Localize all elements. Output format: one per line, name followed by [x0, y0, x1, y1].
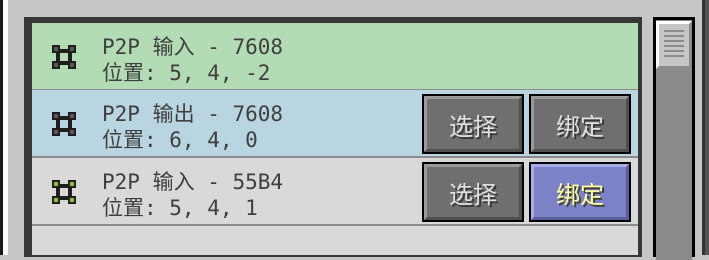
bind-button-label: 绑定 [531, 164, 629, 220]
bind-button[interactable]: 绑定 [529, 94, 631, 154]
scrollbar-grip-line [664, 50, 684, 52]
window-left-edge [0, 0, 8, 255]
scrollbar-grip-line [664, 40, 684, 42]
select-button-label: 选择 [424, 164, 522, 220]
tunnel-row-input-7608[interactable]: P2P 输入 - 7608 位置: 5, 4, -2 [32, 23, 638, 89]
window-right-edge [702, 0, 709, 255]
scrollbar-grip-line [664, 55, 684, 57]
tunnel-position: 位置: 5, 4, -2 [102, 61, 271, 85]
tunnel-row-output-7608[interactable]: P2P 输出 - 7608 位置: 6, 4, 0 选择 绑定 [32, 90, 638, 156]
p2p-tunnel-icon [52, 45, 76, 69]
tunnel-position: 位置: 5, 4, 1 [102, 196, 258, 220]
p2p-tunnel-icon [52, 180, 76, 204]
select-button[interactable]: 选择 [422, 94, 524, 154]
scrollbar-thumb[interactable] [656, 21, 692, 69]
select-button[interactable]: 选择 [422, 162, 524, 222]
scrollbar-grip-line [664, 35, 684, 37]
p2p-tunnel-list-inner: P2P 输入 - 7608 位置: 5, 4, -2 P2P 输出 - 7608… [32, 23, 638, 255]
select-button-label: 选择 [424, 96, 522, 152]
scrollbar-grip-line [664, 45, 684, 47]
bind-button-label: 绑定 [531, 96, 629, 152]
scrollbar-grip-line [664, 30, 684, 32]
empty-list-slot [32, 226, 638, 255]
bind-button[interactable]: 绑定 [529, 162, 631, 222]
p2p-tunnel-icon [52, 112, 76, 136]
p2p-tunnel-list: P2P 输入 - 7608 位置: 5, 4, -2 P2P 输出 - 7608… [24, 17, 642, 257]
tunnel-position: 位置: 6, 4, 0 [102, 128, 258, 152]
tunnel-row-input-55b4[interactable]: P2P 输入 - 55B4 位置: 5, 4, 1 选择 绑定 [32, 158, 638, 224]
